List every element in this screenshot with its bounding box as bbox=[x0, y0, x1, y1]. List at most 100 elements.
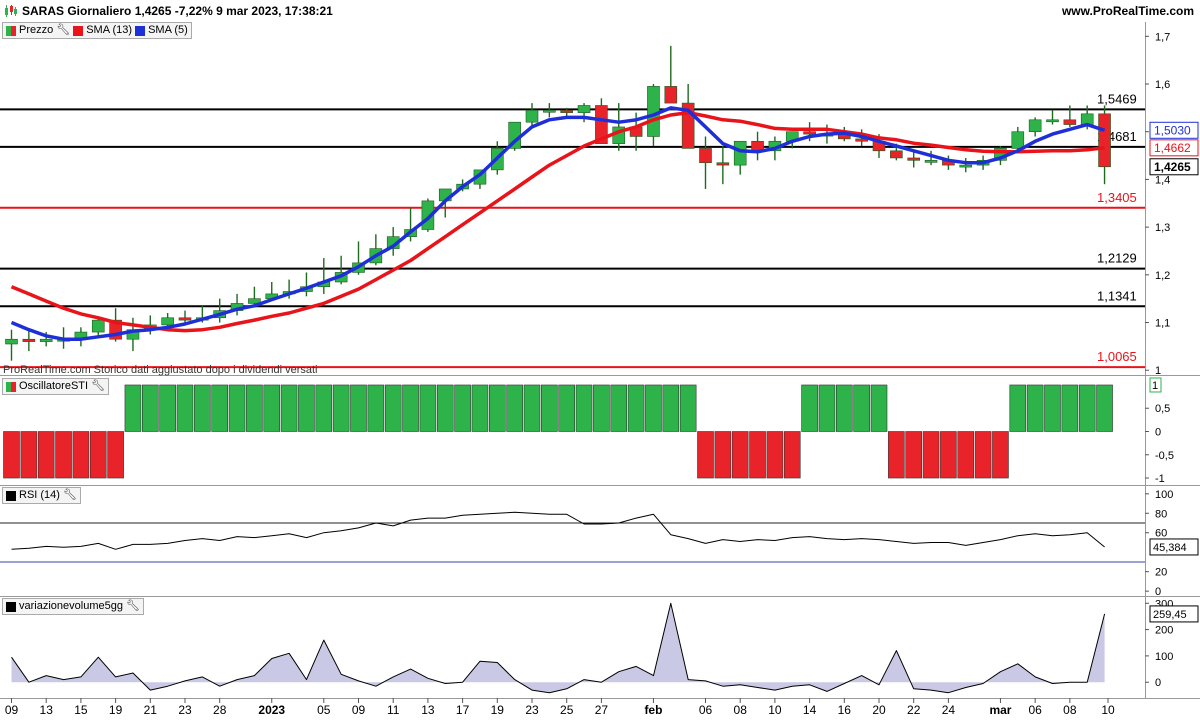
xaxis-tick-label: 09 bbox=[5, 703, 19, 717]
candle bbox=[1046, 110, 1059, 125]
sti-bar bbox=[610, 384, 628, 432]
sti-bar bbox=[436, 384, 454, 432]
sti-bar bbox=[1044, 384, 1061, 432]
sti-bar bbox=[315, 384, 333, 432]
price-ytick-label: 1,4 bbox=[1155, 174, 1170, 186]
candle-body bbox=[1028, 119, 1042, 133]
sti-bar bbox=[107, 431, 124, 479]
sti-ytick-label: -0,5 bbox=[1155, 450, 1174, 462]
sti-bar bbox=[298, 384, 315, 432]
xaxis-tick-label: 19 bbox=[109, 703, 123, 717]
top-bar: SARAS Giornaliero 1,4265 -7,22% 9 mar 20… bbox=[0, 0, 1200, 22]
wrench-icon[interactable]: 🔧︎ bbox=[91, 379, 105, 394]
sti-bar bbox=[176, 384, 194, 432]
legend-sma13: SMA (13) bbox=[86, 24, 133, 36]
candle-body bbox=[907, 157, 921, 161]
sti-bar bbox=[1026, 384, 1044, 432]
xaxis-tick-label: 23 bbox=[178, 703, 192, 717]
chart-title: SARAS Giornaliero 1,4265 -7,22% 9 mar 20… bbox=[22, 4, 333, 18]
candle bbox=[1028, 117, 1042, 137]
sti-bar bbox=[645, 384, 662, 432]
wrench-icon[interactable]: 🔧︎ bbox=[63, 488, 77, 503]
sti-bar bbox=[384, 384, 402, 432]
sti-bar bbox=[72, 431, 90, 479]
price-ytick-label: 1,7 bbox=[1155, 31, 1170, 43]
vol-ytick-label: 100 bbox=[1155, 651, 1173, 663]
sti-swatch-icon bbox=[6, 381, 16, 392]
rsi-ytick-label: 0 bbox=[1155, 586, 1161, 598]
xaxis-tick-label: 15 bbox=[74, 703, 88, 717]
xaxis-tick-label: 11 bbox=[387, 703, 400, 717]
sti-bar bbox=[905, 431, 923, 479]
candle-body bbox=[91, 319, 105, 333]
sti-bar bbox=[679, 384, 697, 432]
vol-last-label: 259,45 bbox=[1153, 609, 1187, 621]
xaxis-tick-label: 06 bbox=[699, 703, 713, 717]
price-level-label: 1,2129 bbox=[1097, 251, 1137, 266]
sti-bar bbox=[523, 384, 541, 432]
sti-bar bbox=[506, 384, 523, 432]
xaxis-tick-label: 2023 bbox=[258, 703, 285, 717]
sti-bar bbox=[228, 384, 246, 432]
wrench-icon[interactable]: 🔧︎ bbox=[56, 23, 70, 38]
candle-body bbox=[178, 317, 192, 321]
sti-bar bbox=[749, 431, 766, 479]
sti-bar bbox=[818, 384, 836, 432]
candle-body bbox=[716, 162, 730, 166]
sti-bar bbox=[870, 384, 888, 432]
xaxis-tick-label: 27 bbox=[595, 703, 609, 717]
xaxis-tick-label: 20 bbox=[872, 703, 886, 717]
candle bbox=[369, 234, 383, 266]
price-ytick-label: 1,1 bbox=[1155, 318, 1170, 330]
xaxis-tick-label: 23 bbox=[525, 703, 539, 717]
xaxis-tick-label: 24 bbox=[942, 703, 956, 717]
sti-bar bbox=[835, 384, 853, 432]
last-sma13-label: 1,4662 bbox=[1154, 141, 1191, 155]
price-level-label: 1,5469 bbox=[1097, 91, 1137, 106]
candle-body bbox=[890, 150, 903, 159]
xaxis-tick-label: 22 bbox=[907, 703, 921, 717]
sti-bar bbox=[697, 431, 714, 479]
brand-link[interactable]: www.ProRealTime.com bbox=[1062, 4, 1194, 18]
candle-body bbox=[1011, 131, 1025, 149]
sti-bar bbox=[367, 384, 385, 432]
candle-body bbox=[803, 131, 816, 135]
legend-vol-group[interactable]: variazionevolume5gg 🔧︎ bbox=[2, 598, 144, 615]
rsi-line bbox=[11, 511, 1105, 550]
sti-bar bbox=[714, 431, 732, 479]
sti-ytick-label: 0 bbox=[1155, 427, 1161, 439]
xaxis-tick-label: 08 bbox=[734, 703, 748, 717]
sti-bar bbox=[37, 431, 55, 479]
sti-bar bbox=[731, 431, 749, 479]
candle-body bbox=[560, 109, 574, 113]
wrench-icon[interactable]: 🔧︎ bbox=[126, 599, 140, 614]
price-ytick-label: 1,6 bbox=[1155, 79, 1170, 91]
sma13-line bbox=[10, 110, 1105, 333]
legend-sma5: SMA (5) bbox=[148, 24, 188, 36]
last-sma5-label: 1,5030 bbox=[1154, 123, 1191, 137]
sti-bar bbox=[662, 384, 680, 432]
legend-rsi: RSI (14) bbox=[19, 489, 60, 501]
sti-bar bbox=[1061, 384, 1079, 432]
legend-rsi-group[interactable]: RSI (14) 🔧︎ bbox=[2, 487, 81, 504]
legend-price-group[interactable]: Prezzo 🔧︎ SMA (13) SMA (5) bbox=[2, 22, 192, 39]
legend-vol: variazionevolume5gg bbox=[19, 600, 123, 612]
rsi-ytick-label: 100 bbox=[1155, 489, 1173, 501]
candle-body bbox=[161, 317, 174, 326]
xaxis-tick-label: feb bbox=[644, 703, 662, 717]
xaxis-tick-label: 09 bbox=[352, 703, 366, 717]
sti-bar bbox=[488, 384, 506, 432]
legend-sti-group[interactable]: OscillatoreSTI 🔧︎ bbox=[2, 378, 110, 395]
candle-body bbox=[733, 140, 747, 166]
sti-bar bbox=[766, 431, 784, 479]
rsi-ytick-label: 20 bbox=[1155, 567, 1167, 579]
sti-bar bbox=[350, 384, 367, 432]
sti-bar bbox=[454, 384, 471, 432]
sti-bar bbox=[558, 384, 576, 432]
sti-bar bbox=[263, 384, 281, 432]
xaxis-tick-label: mar bbox=[989, 703, 1011, 717]
candle bbox=[1098, 105, 1111, 185]
legend-price: Prezzo bbox=[19, 24, 54, 36]
chart-canvas: 11,11,21,31,41,51,61,71,54691,46811,3405… bbox=[0, 22, 1200, 717]
sti-bar bbox=[957, 431, 975, 479]
